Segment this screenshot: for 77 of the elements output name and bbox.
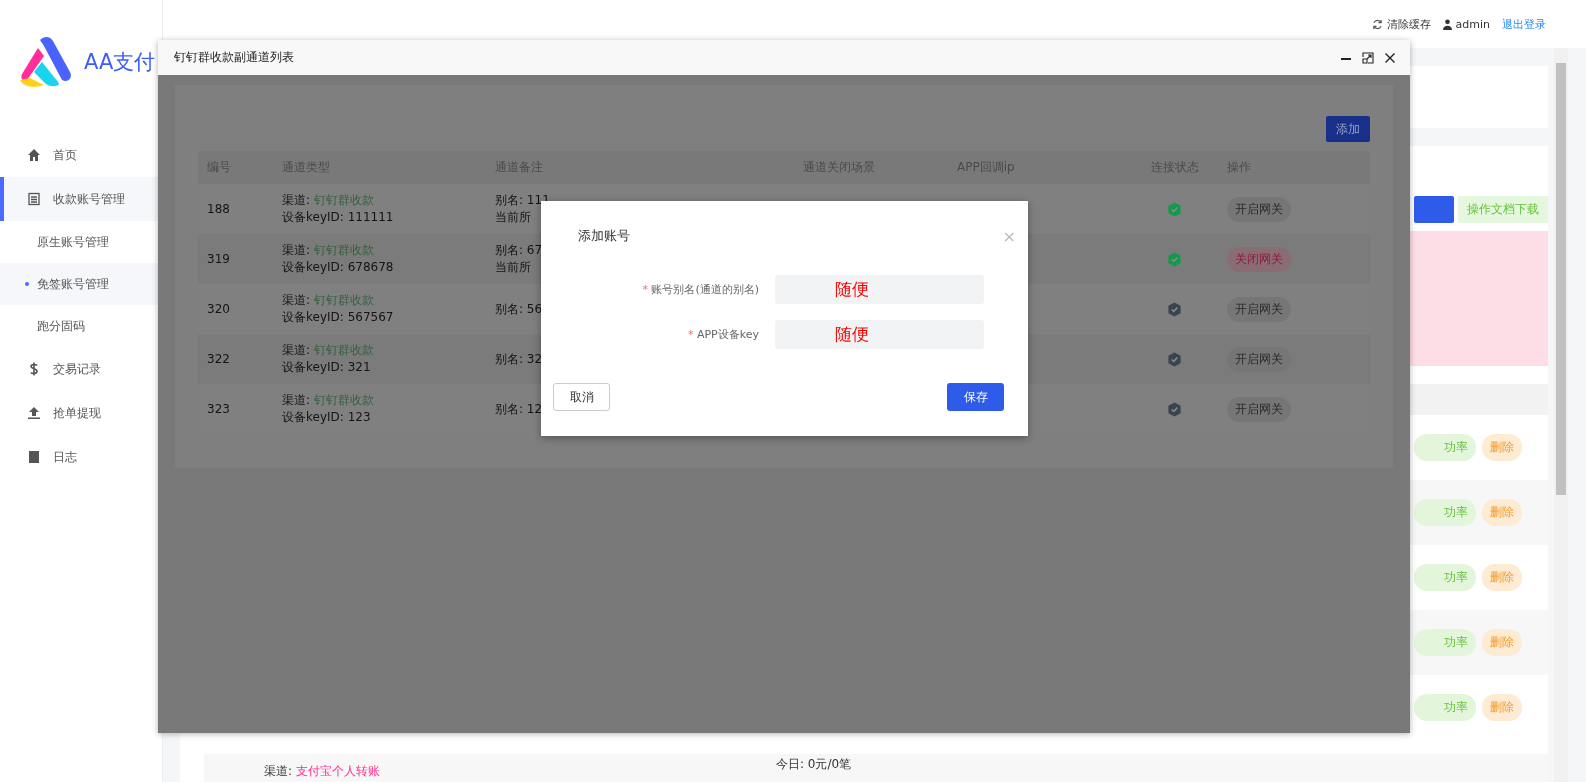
close-button[interactable]: × — [1002, 226, 1016, 246]
field-label: * APP设备key — [686, 327, 759, 342]
logo-icon — [18, 35, 74, 88]
user-icon — [1442, 18, 1452, 30]
device-key: 设备keyID: 123 — [282, 409, 486, 426]
doc-download-button[interactable]: 操作文档下载 — [1458, 196, 1548, 223]
add-button[interactable]: 添加 — [1326, 116, 1370, 142]
window-title: 钉钉群收款副通道列表 — [174, 49, 295, 66]
nav-item[interactable]: 首页 — [0, 133, 162, 177]
nav-item[interactable]: 抢单提现 — [0, 391, 162, 435]
upload-icon — [27, 406, 41, 420]
nav-subitem[interactable]: 跑分固码 — [0, 305, 162, 347]
channel-label: 渠道: — [282, 293, 311, 307]
action-button[interactable]: 功率 — [1414, 564, 1476, 591]
action-button[interactable]: 功率 — [1414, 499, 1476, 526]
clear-cache-link[interactable]: 清除缓存 — [1386, 16, 1431, 32]
remark-text: 别名: 67 — [495, 242, 544, 259]
remark-text: 当前所 — [495, 209, 532, 226]
channel-name: 钉钉群收款 — [313, 343, 374, 357]
channel-name: 钉钉群收款 — [313, 393, 374, 407]
maximize-icon[interactable] — [1362, 51, 1374, 64]
channel-name: 钉钉群收款 — [313, 293, 374, 307]
user-name[interactable]: admin — [1455, 17, 1490, 31]
channel-label: 渠道: — [282, 393, 311, 407]
table-cell-text: 188 — [206, 200, 231, 218]
remark-text: 当前所 — [495, 259, 532, 276]
channel-name: 支付宝个人转账 — [295, 764, 380, 778]
device-key: 设备keyID: 678678 — [282, 259, 486, 276]
save-button[interactable]: 保存 — [947, 383, 1004, 411]
action-button[interactable]: 删除 — [1482, 694, 1522, 721]
channel-name: 钉钉群收款 — [313, 193, 374, 207]
action-button[interactable]: 删除 — [1482, 499, 1522, 526]
refresh-icon — [1371, 18, 1383, 30]
remark-text: 别名: 56 — [495, 300, 544, 318]
logout-link[interactable]: 退出登录 — [1502, 16, 1546, 32]
home-icon — [27, 148, 41, 162]
close-icon[interactable] — [1384, 51, 1396, 64]
channel-label: 渠道: — [264, 764, 293, 778]
book-icon — [27, 450, 41, 464]
device-key: 设备keyID: 567567 — [282, 309, 486, 326]
action-button[interactable]: 删除 — [1482, 629, 1522, 656]
channel-label: 渠道: — [282, 193, 311, 207]
nav-subitem[interactable]: 原生账号管理 — [0, 221, 162, 263]
channel-label: 渠道: — [282, 243, 311, 257]
table-cell-text: 319 — [206, 250, 231, 268]
table-cell-text: 322 — [206, 350, 231, 368]
nav-item[interactable]: 日志 — [0, 435, 162, 479]
gateway-button[interactable]: 开启网关 — [1227, 196, 1291, 222]
channel-label: 渠道: — [282, 343, 311, 357]
action-button[interactable]: 功率 — [1414, 434, 1476, 461]
dialog-title: 添加账号 — [578, 227, 630, 245]
field-label: * 账号别名(通道的别名) — [641, 282, 759, 297]
device-key: 设备keyID: 321 — [282, 359, 486, 376]
action-button[interactable]: 功率 — [1414, 629, 1476, 656]
table-cell-text: 323 — [206, 400, 231, 418]
channel-name: 钉钉群收款 — [313, 243, 374, 257]
input-field[interactable]: 随便 — [775, 275, 984, 304]
table-cell-text: 320 — [206, 300, 231, 318]
gateway-button[interactable]: 开启网关 — [1227, 346, 1291, 372]
gateway-button[interactable]: 开启网关 — [1227, 396, 1291, 422]
input-field[interactable]: 随便 — [775, 320, 984, 349]
gateway-button[interactable]: 开启网关 — [1227, 296, 1291, 322]
action-button[interactable]: 功率 — [1414, 694, 1476, 721]
dollar-icon — [27, 362, 41, 376]
action-button[interactable]: 删除 — [1482, 434, 1522, 461]
action-button[interactable]: 删除 — [1482, 564, 1522, 591]
today-stats: 今日: 0元/0笔 — [776, 756, 852, 773]
dot-icon — [25, 282, 29, 286]
gateway-button[interactable]: 关闭网关 — [1227, 246, 1291, 272]
nav-item[interactable]: 交易记录 — [0, 347, 162, 391]
logo-text: AA支付 — [84, 48, 156, 76]
remark-text: 别名: 32 — [495, 350, 544, 368]
list-icon — [27, 192, 41, 206]
cancel-button[interactable]: 取消 — [553, 383, 610, 411]
remark-text: 别名: 12 — [495, 400, 544, 418]
device-key: 设备keyID: 111111 — [282, 209, 486, 226]
scrollbar[interactable] — [1554, 48, 1568, 782]
